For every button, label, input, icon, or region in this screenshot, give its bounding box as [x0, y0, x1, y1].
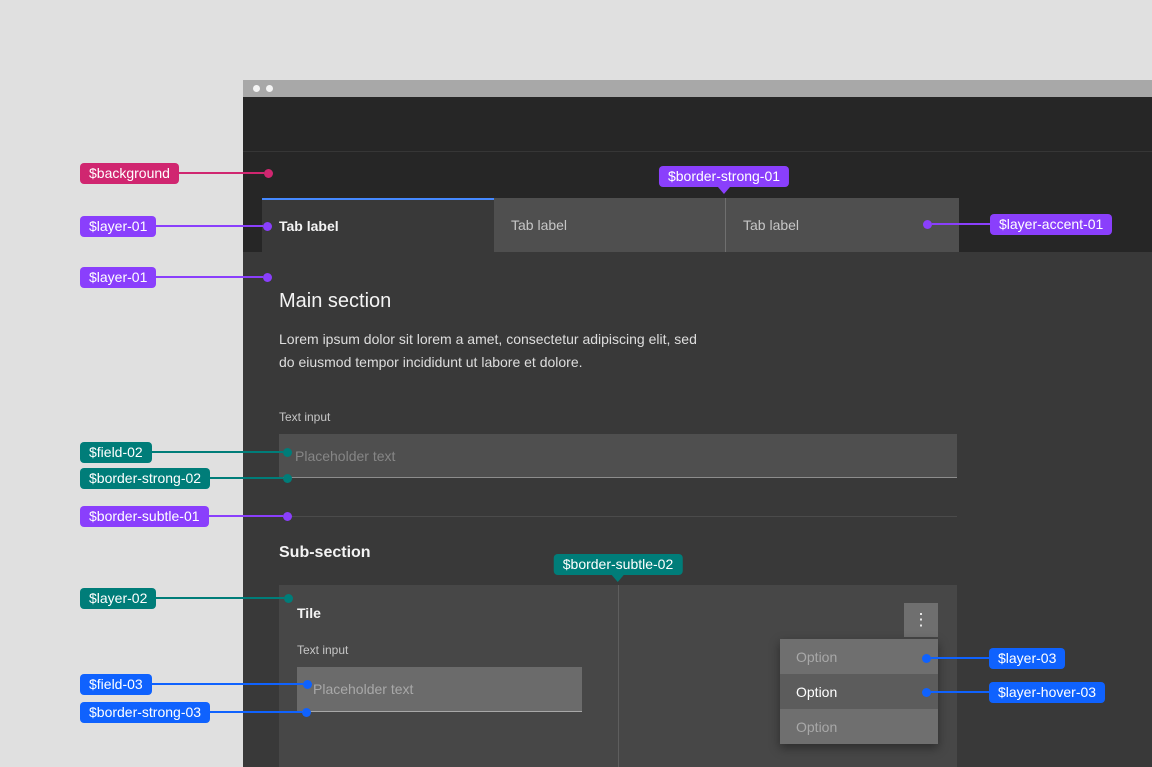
annotation-dot [263, 272, 272, 282]
annotation-border-subtle-01: $border-subtle-01 [80, 505, 292, 527]
annotation-dot [283, 473, 292, 483]
window-titlebar [243, 80, 1152, 97]
annotation-layer-03: $layer-03 [922, 647, 1066, 669]
token-badge: $field-03 [80, 673, 152, 695]
text-input-label: Text input [279, 410, 331, 424]
annotation-layer-01-page: $layer-01 [80, 266, 272, 288]
annotation-line [156, 597, 284, 599]
token-badge: $border-strong-02 [80, 467, 211, 489]
overflow-menu-button[interactable]: ⋮ [904, 603, 938, 637]
annotation-layer-02: $layer-02 [80, 587, 293, 609]
tile: Tile Text input ⋮ Option Option Option [279, 585, 957, 767]
tile-text-input[interactable] [297, 667, 582, 712]
header-band [243, 97, 1152, 151]
annotation-dot [283, 447, 292, 457]
caret-down-icon [611, 575, 624, 582]
window-control-dot [266, 85, 273, 92]
token-badge: $border-strong-01 [658, 166, 790, 187]
annotation-dot [922, 687, 931, 697]
annotation-field-02: $field-02 [80, 441, 292, 463]
token-badge: $layer-03 [989, 647, 1066, 669]
token-badge: $field-02 [80, 441, 152, 463]
annotation-background: $background [80, 162, 273, 184]
annotation-field-03: $field-03 [80, 673, 312, 695]
main-text-input[interactable] [279, 434, 957, 478]
annotation-line [151, 683, 303, 685]
annotation-layer-hover-03: $layer-hover-03 [922, 681, 1106, 703]
subtle-divider [279, 516, 957, 517]
menu-option-1[interactable]: Option [780, 639, 938, 674]
annotation-dot [263, 221, 272, 231]
annotation-line [931, 657, 989, 659]
annotation-dot [923, 219, 932, 229]
token-badge: $layer-02 [80, 587, 157, 609]
window-control-dot [253, 85, 260, 92]
token-badge: $layer-hover-03 [989, 681, 1106, 703]
token-badge: $layer-accent-01 [990, 213, 1113, 235]
annotation-line [932, 223, 990, 225]
annotation-border-strong-02: $border-strong-02 [80, 467, 292, 489]
annotation-dot [283, 511, 292, 521]
main-section-paragraph: Lorem ipsum dolor sit lorem a amet, cons… [279, 331, 697, 370]
tile-input-label: Text input [297, 643, 349, 657]
overflow-menu-icon: ⋮ [912, 610, 930, 629]
annotated-token-diagram: Tab label Tab label Tab label Main secti… [0, 0, 1152, 767]
sub-section-heading: Sub-section [279, 544, 371, 561]
annotation-border-strong-03: $border-strong-03 [80, 701, 311, 723]
annotation-dot [303, 679, 312, 689]
annotation-dot [922, 653, 931, 663]
overflow-menu: Option Option Option [780, 639, 938, 744]
annotation-dot [264, 168, 273, 178]
caret-down-icon [718, 187, 730, 194]
token-badge: $border-subtle-02 [553, 554, 683, 575]
annotation-dot [284, 593, 293, 603]
menu-option-3[interactable]: Option [780, 709, 938, 744]
annotation-border-strong-01: $border-strong-01 [658, 166, 790, 194]
annotation-line [156, 225, 263, 227]
annotation-layer-01-tab: $layer-01 [80, 215, 272, 237]
annotation-line [210, 711, 302, 713]
annotation-border-subtle-02: $border-subtle-02 [553, 554, 683, 582]
annotation-line [178, 172, 264, 174]
token-badge: $layer-01 [80, 215, 157, 237]
annotation-dot [302, 707, 311, 717]
tile-subtle-border [618, 585, 619, 767]
tab-2[interactable]: Tab label [494, 198, 725, 252]
tile-title: Tile [297, 605, 321, 621]
main-section-heading: Main section [279, 290, 392, 312]
token-badge: $layer-01 [80, 266, 157, 288]
menu-option-2-hovered[interactable]: Option [780, 674, 938, 709]
token-badge: $border-subtle-01 [80, 505, 209, 527]
annotation-line [156, 276, 263, 278]
annotation-line [151, 451, 283, 453]
annotation-line [208, 515, 283, 517]
annotation-layer-accent-01: $layer-accent-01 [923, 213, 1113, 235]
token-badge: $border-strong-03 [80, 701, 211, 723]
annotation-line [931, 691, 989, 693]
tab-1-selected[interactable]: Tab label [262, 198, 494, 252]
token-badge: $background [80, 162, 179, 184]
annotation-line [210, 477, 283, 479]
